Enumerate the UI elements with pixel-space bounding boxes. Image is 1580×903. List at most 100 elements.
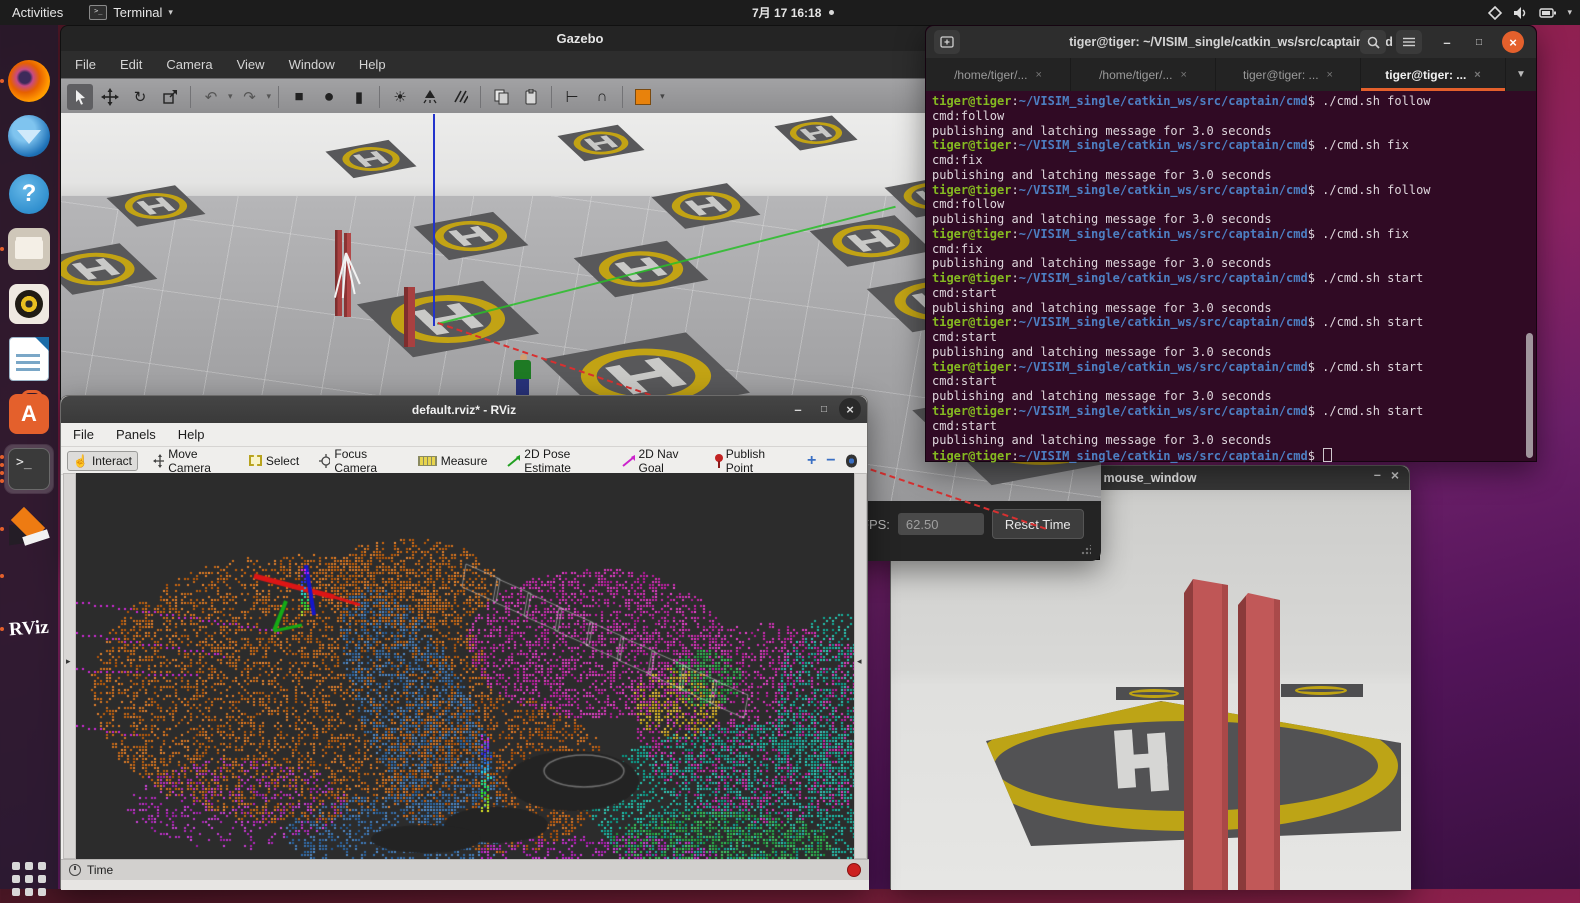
dock-item-running-app[interactable] — [5, 552, 53, 600]
view-angle-icon[interactable] — [630, 84, 656, 110]
close-tab-icon[interactable]: × — [1180, 69, 1186, 81]
rviz-3d-view[interactable]: ▸ ◂ — [63, 473, 867, 859]
terminal-prompt-line: tiger@tiger:~/VISIM_single/catkin_ws/src… — [932, 271, 1526, 286]
box-icon[interactable]: ■ — [286, 84, 312, 110]
rotate-icon[interactable]: ↻ — [127, 84, 153, 110]
tool-publish-point[interactable]: Publish Point — [709, 445, 787, 477]
tool-move-camera[interactable]: Move Camera — [148, 445, 234, 477]
pointcloud-canvas[interactable] — [76, 473, 854, 859]
tool-select[interactable]: Select — [244, 452, 304, 470]
tool-2d-nav-goal[interactable]: 2D Nav Goal — [617, 445, 699, 477]
close-panel-icon[interactable] — [847, 863, 861, 877]
tool-interact[interactable]: ☝Interact — [67, 451, 138, 471]
terminal-scrollbar[interactable] — [1526, 333, 1533, 458]
menu-panels[interactable]: Panels — [116, 427, 156, 442]
tab-3[interactable]: tiger@tiger: ...× — [1216, 58, 1361, 91]
battery-icon — [1539, 7, 1557, 19]
expand-panel-icon[interactable]: ◂ — [857, 656, 862, 667]
align-icon[interactable]: ⊢ — [559, 84, 585, 110]
ruler-icon — [418, 456, 437, 466]
tab-1[interactable]: /home/tiger/...× — [926, 58, 1071, 91]
maximize-icon[interactable]: □ — [813, 398, 835, 420]
close-tab-icon[interactable]: × — [1035, 69, 1041, 81]
dock-item-gazebo[interactable] — [5, 505, 53, 553]
tool-properties-icon[interactable] — [846, 454, 857, 468]
dock-item-show-apps[interactable] — [5, 855, 53, 903]
new-tab-button[interactable] — [934, 30, 960, 54]
running-indicator — [0, 57, 4, 105]
activities-button[interactable]: Activities — [12, 5, 63, 20]
redo-caret-icon[interactable]: ▾ — [267, 91, 272, 102]
close-icon[interactable]: × — [839, 398, 861, 420]
paste-icon[interactable] — [518, 84, 544, 110]
menu-help[interactable]: Help — [178, 427, 205, 442]
tab-list-caret-icon[interactable]: ▼ — [1506, 58, 1536, 91]
dock-item-thunderbird[interactable] — [5, 112, 53, 160]
menu-button[interactable] — [1396, 30, 1422, 54]
menu-file[interactable]: File — [73, 427, 94, 442]
dock-item-help[interactable]: ? — [5, 170, 53, 218]
close-icon[interactable]: × — [1502, 31, 1524, 53]
undo-icon[interactable]: ↶ — [198, 84, 224, 110]
helipad-ring — [1129, 689, 1179, 698]
resize-grip[interactable] — [1081, 545, 1091, 555]
terminal-output-line: publishing and latching message for 3.0 … — [932, 212, 1526, 227]
redo-icon[interactable]: ↷ — [237, 84, 263, 110]
map-pin-icon — [714, 454, 722, 468]
tool-measure[interactable]: Measure — [413, 452, 493, 470]
close-icon[interactable]: × — [1391, 467, 1399, 483]
menu-camera[interactable]: Camera — [166, 57, 212, 72]
snap-icon[interactable]: ∩ — [589, 84, 615, 110]
menu-file[interactable]: File — [75, 57, 96, 72]
dock-item-libreoffice-writer[interactable] — [5, 335, 53, 383]
clock-button[interactable]: 7月 17 16:18 — [752, 0, 834, 25]
close-tab-icon[interactable]: × — [1327, 69, 1333, 81]
undo-caret-icon[interactable]: ▾ — [228, 91, 233, 102]
tool-2d-pose-estimate[interactable]: 2D Pose Estimate — [502, 445, 606, 477]
time-panel-header[interactable]: Time — [61, 859, 869, 880]
dock-item-ubuntu-software[interactable]: A — [5, 390, 53, 438]
terminal-prompt-line: tiger@tiger:~/VISIM_single/catkin_ws/src… — [932, 94, 1526, 109]
app-menu-button[interactable]: >_ Terminal ▾ — [89, 5, 173, 20]
menu-help[interactable]: Help — [359, 57, 386, 72]
dock-item-rviz[interactable]: RViz — [5, 605, 53, 653]
tab-2[interactable]: /home/tiger/...× — [1071, 58, 1216, 91]
clock-icon — [69, 864, 81, 876]
view-angle-caret-icon[interactable]: ▾ — [660, 91, 665, 102]
minimize-icon[interactable]: – — [1436, 31, 1458, 53]
terminal-titlebar[interactable]: tiger@tiger: ~/VISIM_single/catkin_ws/sr… — [926, 26, 1536, 58]
dock-item-firefox[interactable] — [5, 57, 53, 105]
dock-item-files[interactable] — [5, 225, 53, 273]
maximize-icon[interactable]: □ — [1468, 31, 1490, 53]
spot-light-icon[interactable] — [417, 84, 443, 110]
red-pillar — [1184, 579, 1228, 890]
dock-item-terminal[interactable]: >_ — [5, 445, 53, 493]
sphere-icon[interactable]: ● — [316, 84, 342, 110]
mouse-window-title: mouse_window — [1103, 471, 1196, 485]
translate-icon[interactable] — [97, 84, 123, 110]
copy-icon[interactable] — [488, 84, 514, 110]
scale-icon[interactable] — [157, 84, 183, 110]
dock-item-rhythmbox[interactable] — [5, 280, 53, 328]
minimize-icon[interactable]: – — [787, 398, 809, 420]
menu-view[interactable]: View — [237, 57, 265, 72]
cylinder-icon[interactable]: ▮ — [346, 84, 372, 110]
point-light-icon[interactable]: ☀ — [387, 84, 413, 110]
rviz-menubar: File Panels Help — [61, 423, 867, 447]
remove-tool-button[interactable]: − — [826, 452, 835, 470]
rviz-titlebar[interactable]: default.rviz* - RViz – □ × — [61, 396, 867, 423]
tab-4-active[interactable]: tiger@tiger: ...× — [1361, 58, 1506, 91]
minimize-icon[interactable]: – — [1374, 468, 1381, 482]
search-button[interactable] — [1360, 30, 1386, 54]
expand-panel-icon[interactable]: ▸ — [66, 656, 71, 667]
close-tab-icon[interactable]: × — [1474, 69, 1480, 81]
menu-window[interactable]: Window — [289, 57, 335, 72]
add-tool-button[interactable]: + — [807, 452, 816, 470]
clock-label: 7月 17 16:18 — [752, 4, 821, 21]
terminal-output[interactable]: tiger@tiger:~/VISIM_single/catkin_ws/src… — [932, 94, 1526, 464]
menu-edit[interactable]: Edit — [120, 57, 142, 72]
tool-focus-camera[interactable]: Focus Camera — [314, 445, 403, 477]
system-tray[interactable]: ▾ — [1488, 0, 1572, 25]
directional-light-icon[interactable] — [447, 84, 473, 110]
select-arrow-icon[interactable] — [67, 84, 93, 110]
